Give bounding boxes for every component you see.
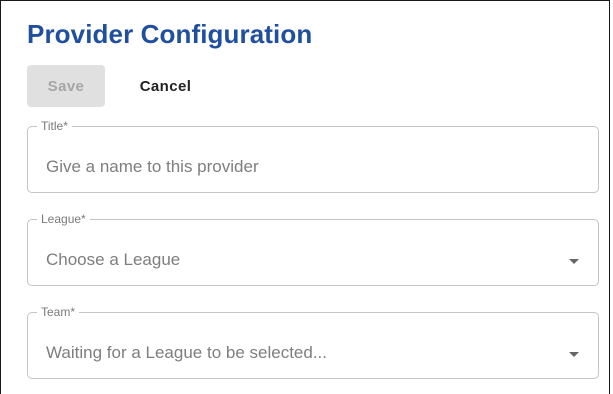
provider-config-panel: Provider Configuration Save Cancel Title… [0,0,610,394]
title-field-label: Title* [41,119,68,133]
save-button[interactable]: Save [27,65,105,107]
league-select[interactable]: League* Choose a League [27,212,599,286]
team-select-label: Team* [41,305,76,319]
cancel-button[interactable]: Cancel [116,65,215,107]
league-select-value[interactable]: Choose a League [46,250,180,270]
league-select-label: League* [41,212,86,226]
team-select[interactable]: Team* Waiting for a League to be selecte… [27,305,599,379]
page-title: Provider Configuration [27,19,313,49]
title-field-placeholder[interactable]: Give a name to this provider [46,157,259,177]
caret-down-icon[interactable] [569,352,579,357]
team-select-value[interactable]: Waiting for a League to be selected... [46,343,327,363]
caret-down-icon[interactable] [569,259,579,264]
title-field[interactable]: Title* Give a name to this provider [27,119,599,193]
